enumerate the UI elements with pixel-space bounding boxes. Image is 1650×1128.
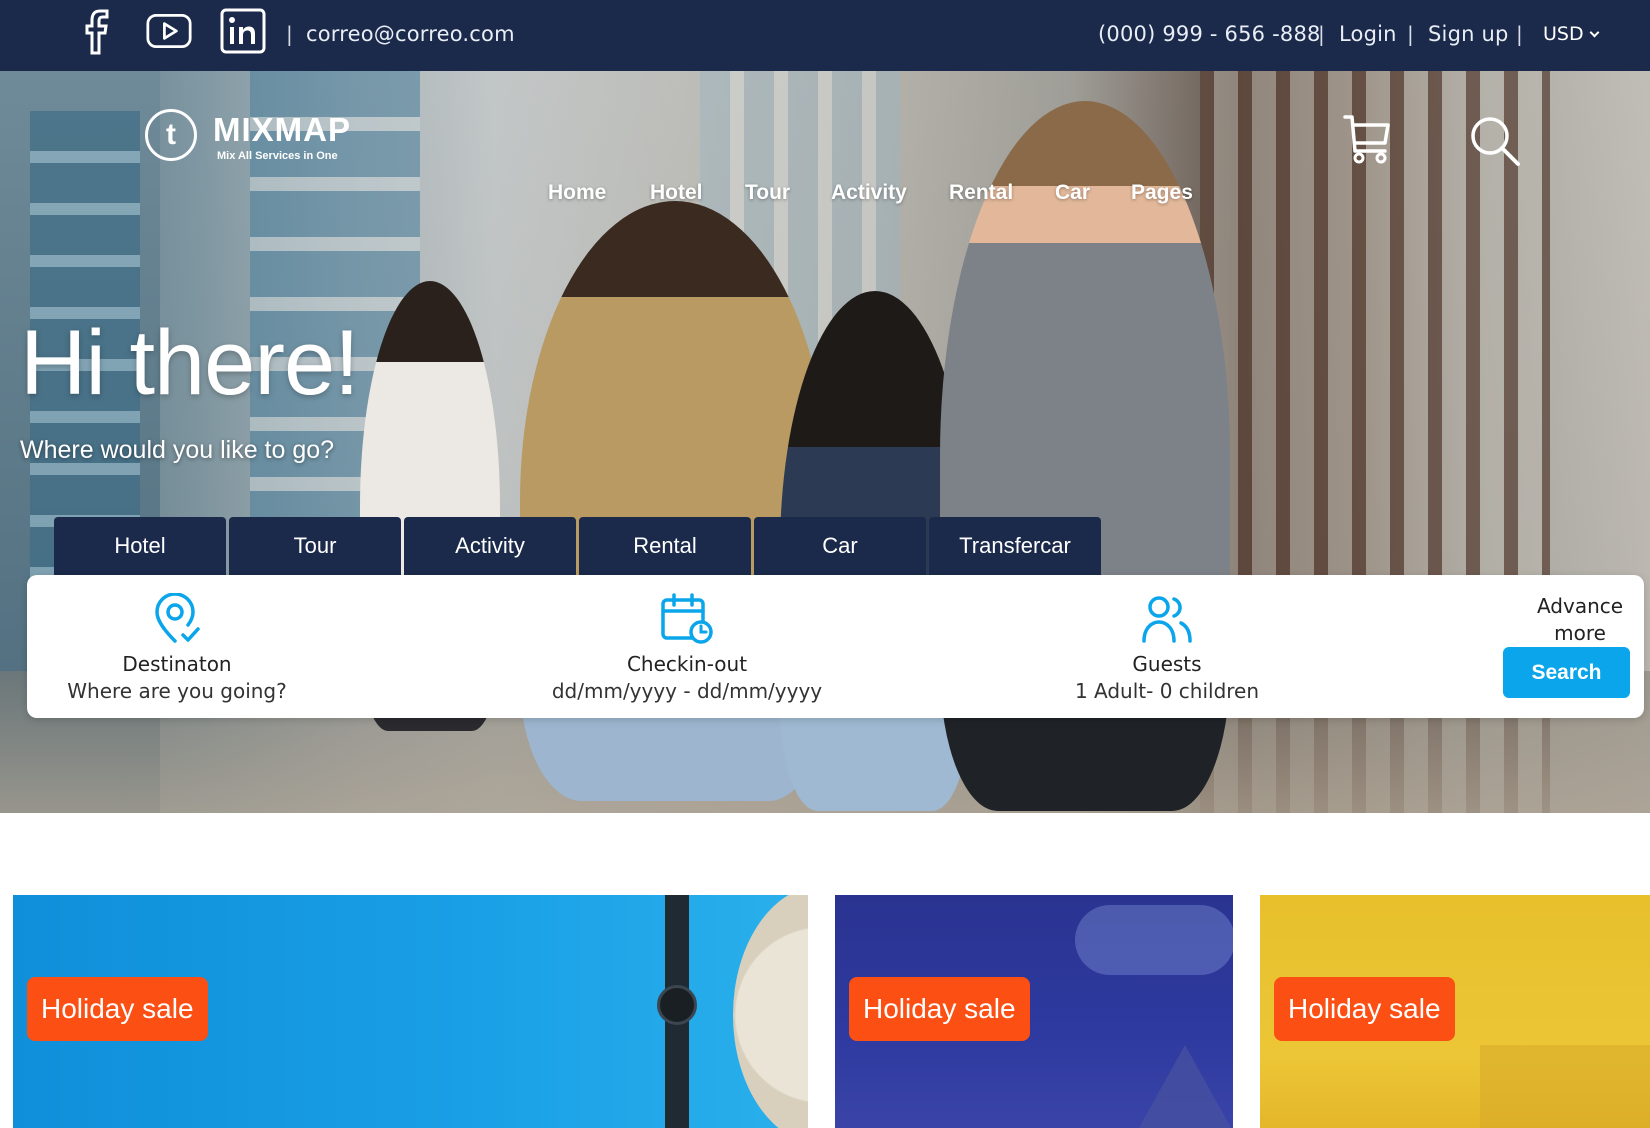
page: | correo@correo.com (000) 999 - 656 -888… [0, 0, 1650, 1128]
destination-label: Destinaton [122, 652, 232, 676]
hero-subtitle: Where would you like to go? [20, 436, 335, 464]
brand-tagline: Mix All Services in One [217, 150, 338, 162]
tab-tour[interactable]: Tour [229, 517, 401, 575]
destination-field[interactable]: Destinaton Where are you going? [37, 575, 317, 718]
tab-rental[interactable]: Rental [579, 517, 751, 575]
login-link[interactable]: Login [1339, 22, 1397, 46]
tab-activity[interactable]: Activity [404, 517, 576, 575]
separator: | [286, 22, 293, 46]
mountain-image [1135, 1045, 1233, 1128]
nav-rental[interactable]: Rental [949, 181, 1013, 205]
contact-email[interactable]: correo@correo.com [306, 22, 515, 46]
users-icon [1142, 596, 1192, 643]
logo-mark: t [145, 109, 197, 161]
separator: | [1318, 22, 1325, 46]
checkin-out-field[interactable]: Checkin-out dd/mm/yyyy - dd/mm/yyyy [527, 575, 847, 718]
promo-card[interactable]: Holiday sale [1260, 895, 1650, 1128]
nav-car[interactable]: Car [1055, 181, 1090, 205]
hero-section: t MIXMAP Mix All Services in One Home Ho… [0, 71, 1650, 813]
nav-tour[interactable]: Tour [745, 181, 790, 205]
separator: | [1516, 22, 1523, 46]
location-pin-icon [155, 593, 200, 643]
cloud-image [1075, 905, 1233, 975]
checkin-out-placeholder: dd/mm/yyyy - dd/mm/yyyy [551, 679, 823, 703]
nav-activity[interactable]: Activity [831, 181, 907, 205]
top-bar: | correo@correo.com (000) 999 - 656 -888… [0, 0, 1650, 71]
search-panel: Destinaton Where are you going? Checkin-… [27, 575, 1644, 718]
signup-link[interactable]: Sign up [1428, 22, 1509, 46]
holiday-sale-badge: Holiday sale [27, 977, 208, 1041]
chevron-down-icon [1589, 27, 1600, 38]
tab-transfercar[interactable]: Transfercar [929, 517, 1101, 575]
advance-more-link[interactable]: Advance more [1520, 593, 1640, 647]
checkin-out-label: Checkin-out [626, 652, 748, 676]
search-button[interactable]: Search [1503, 647, 1630, 698]
calendar-clock-icon [661, 593, 713, 644]
contact-phone: (000) 999 - 656 -888 [1098, 22, 1321, 46]
nav-hotel[interactable]: Hotel [650, 181, 703, 205]
hero-title: Hi there! [20, 312, 360, 414]
guests-label: Guests [1132, 652, 1202, 676]
holiday-sale-badge: Holiday sale [1274, 977, 1455, 1041]
guests-value: 1 Adult- 0 children [1074, 679, 1260, 703]
tab-hotel[interactable]: Hotel [54, 517, 226, 575]
youtube-icon[interactable] [146, 6, 192, 56]
tab-car[interactable]: Car [754, 517, 926, 575]
hat-image [733, 895, 808, 1128]
watch-face-image [657, 985, 697, 1025]
currency-value: USD [1543, 23, 1584, 45]
search-icon[interactable] [1469, 115, 1521, 172]
promo-card[interactable]: Holiday sale [835, 895, 1233, 1128]
destination-placeholder: Where are you going? [67, 679, 287, 703]
nav-home[interactable]: Home [548, 181, 606, 205]
nav-pages[interactable]: Pages [1131, 181, 1193, 205]
cart-icon[interactable] [1342, 113, 1392, 170]
building-image [1480, 1045, 1650, 1128]
separator: | [1407, 22, 1414, 46]
facebook-icon[interactable] [76, 6, 122, 56]
brand-name: MIXMAP [213, 111, 351, 148]
promo-card[interactable]: Holiday sale [13, 895, 808, 1128]
currency-select[interactable]: USD [1543, 23, 1600, 45]
holiday-sale-badge: Holiday sale [849, 977, 1030, 1041]
linkedin-icon[interactable] [220, 6, 266, 56]
guests-field[interactable]: Guests 1 Adult- 0 children [1037, 575, 1297, 718]
